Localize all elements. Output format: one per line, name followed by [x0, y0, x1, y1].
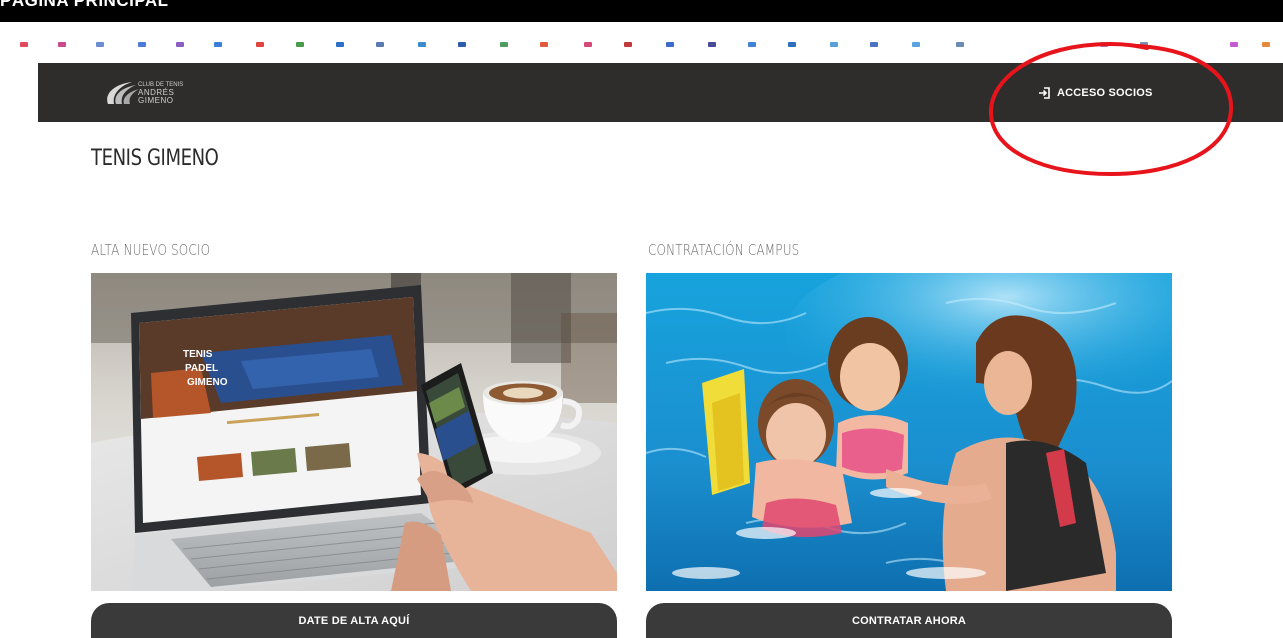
laptop-phone-coffee-photo: TENIS PADEL GIMENO	[91, 273, 617, 591]
campus-image[interactable]	[646, 273, 1172, 591]
logo-text: CLUB DE TENIS ANDRÉS GIMENO	[138, 82, 188, 105]
caption-text: PÁGINA PRINCIPAL	[0, 0, 169, 10]
site-header: CLUB DE TENIS ANDRÉS GIMENO ACCESO SOCIO…	[38, 63, 1283, 122]
alta-socio-image[interactable]: TENIS PADEL GIMENO	[91, 273, 617, 591]
page-title: TENIS GIMENO	[91, 146, 219, 171]
svg-text:GIMENO: GIMENO	[187, 377, 228, 388]
acceso-socios-label: ACCESO SOCIOS	[1057, 87, 1153, 99]
svg-text:TENIS: TENIS	[183, 349, 213, 360]
section-title-contratacion-campus: CONTRATACIÓN CAMPUS	[648, 241, 800, 259]
svg-text:PADEL: PADEL	[185, 363, 218, 374]
section-title-alta-nuevo-socio: ALTA NUEVO SOCIO	[91, 241, 211, 259]
logo-line3: GIMENO	[138, 96, 174, 105]
login-icon	[1039, 87, 1050, 99]
logo-swoosh-icon	[107, 82, 139, 104]
caption-bar: PÁGINA PRINCIPAL	[0, 0, 1283, 22]
kids-swimming-pool-photo	[646, 273, 1172, 591]
acceso-socios-link[interactable]: ACCESO SOCIOS	[1038, 84, 1153, 102]
contratar-ahora-button[interactable]: CONTRATAR AHORA	[646, 603, 1172, 638]
bookmark-icon-strip	[0, 40, 1283, 48]
date-de-alta-button[interactable]: DATE DE ALTA AQUÍ	[91, 603, 617, 638]
club-logo[interactable]: CLUB DE TENIS ANDRÉS GIMENO	[100, 80, 190, 106]
